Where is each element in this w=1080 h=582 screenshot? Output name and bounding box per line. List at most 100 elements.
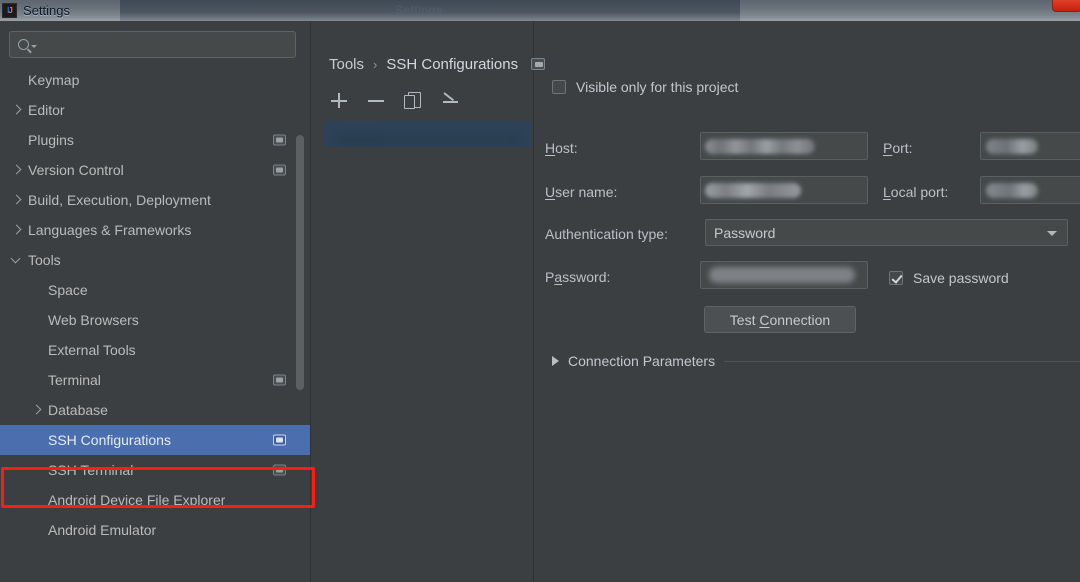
edit-configuration-icon[interactable] bbox=[441, 91, 459, 109]
sidebar-item-editor[interactable]: Editor bbox=[0, 95, 310, 125]
settings-dialog-body: Keymap Editor Plugins Version Control Build,… bbox=[0, 21, 1080, 582]
sidebar-item-label: Languages & Frameworks bbox=[28, 222, 192, 238]
test-connection-button[interactable]: Test Connection bbox=[704, 306, 856, 333]
chevron-down-icon[interactable] bbox=[8, 252, 24, 268]
password-label: Password: bbox=[545, 269, 611, 285]
sidebar-item-space[interactable]: Space bbox=[0, 275, 310, 305]
authentication-type-label: Authentication type: bbox=[545, 226, 668, 242]
sidebar-item-android-emulator[interactable]: Android Emulator bbox=[0, 515, 310, 545]
window-titlebar: IJ Settings Settings bbox=[0, 0, 1080, 21]
authentication-type-value: Password bbox=[714, 224, 776, 241]
save-password-label: Save password bbox=[913, 270, 1009, 286]
sidebar-item-label: Plugins bbox=[28, 132, 74, 148]
connection-parameters-label: Connection Parameters bbox=[568, 353, 716, 369]
sidebar-item-label: Tools bbox=[28, 252, 61, 268]
chevron-down-icon[interactable] bbox=[1047, 230, 1057, 236]
window-title: Settings bbox=[23, 3, 70, 18]
chevron-right-icon[interactable] bbox=[8, 162, 24, 178]
user-name-label: User name: bbox=[545, 184, 618, 200]
sidebar-item-database[interactable]: Database bbox=[0, 395, 310, 425]
visible-only-checkbox[interactable] bbox=[552, 80, 566, 94]
settings-window: IJ Settings Settings Keymap Editor Plugins… bbox=[0, 0, 1080, 582]
connection-parameters-section[interactable]: Connection Parameters bbox=[552, 353, 1080, 369]
project-scope-icon[interactable] bbox=[273, 464, 286, 476]
sidebar-item-plugins[interactable]: Plugins bbox=[0, 125, 310, 155]
breadcrumb: Tools › SSH Configurations bbox=[329, 52, 546, 76]
local-port-input[interactable] bbox=[980, 176, 1080, 204]
settings-tree: Keymap Editor Plugins Version Control Build,… bbox=[0, 65, 310, 545]
port-label: Port: bbox=[883, 140, 913, 156]
close-window-button[interactable] bbox=[1052, 0, 1080, 12]
project-scope-icon[interactable] bbox=[273, 164, 286, 176]
sidebar-item-version-control[interactable]: Version Control bbox=[0, 155, 310, 185]
sidebar-item-label: Keymap bbox=[28, 72, 80, 88]
sidebar-item-ssh-terminal[interactable]: SSH Terminal bbox=[0, 455, 310, 485]
sidebar-item-web-browsers[interactable]: Web Browsers bbox=[0, 305, 310, 335]
project-scope-icon[interactable] bbox=[273, 374, 286, 386]
sidebar-scrollbar-track[interactable] bbox=[296, 63, 307, 582]
host-input[interactable] bbox=[700, 132, 868, 160]
search-input[interactable] bbox=[37, 37, 295, 52]
sidebar-item-label: Build, Execution, Deployment bbox=[28, 192, 211, 208]
sidebar-item-languages-frameworks[interactable]: Languages & Frameworks bbox=[0, 215, 310, 245]
copy-configuration-icon[interactable] bbox=[404, 91, 422, 109]
local-port-label: Local port: bbox=[883, 184, 949, 200]
add-configuration-icon[interactable] bbox=[330, 91, 348, 109]
sidebar-item-build-execution-deployment[interactable]: Build, Execution, Deployment bbox=[0, 185, 310, 215]
sidebar-item-label: Database bbox=[48, 402, 108, 418]
user-name-value-redacted bbox=[705, 183, 801, 198]
search-icon bbox=[18, 39, 29, 50]
sidebar-item-keymap[interactable]: Keymap bbox=[0, 65, 310, 95]
sidebar-item-external-tools[interactable]: External Tools bbox=[0, 335, 310, 365]
sidebar-item-label: External Tools bbox=[48, 342, 136, 358]
local-port-value-redacted bbox=[986, 183, 1038, 198]
sidebar-item-label: SSH Terminal bbox=[48, 462, 134, 478]
password-value-redacted bbox=[709, 267, 855, 283]
redacted-configuration-name-shadow bbox=[334, 132, 522, 147]
sidebar-item-label: Web Browsers bbox=[48, 312, 139, 328]
background-ghost-text: Settings bbox=[395, 3, 443, 17]
sidebar-item-tools[interactable]: Tools bbox=[0, 245, 310, 275]
list-item[interactable] bbox=[324, 121, 532, 147]
sidebar-item-label: Editor bbox=[28, 102, 65, 118]
breadcrumb-root[interactable]: Tools bbox=[329, 56, 364, 73]
sidebar-item-ssh-configurations[interactable]: SSH Configurations bbox=[0, 425, 310, 455]
port-input[interactable] bbox=[980, 132, 1080, 160]
project-scope-icon[interactable] bbox=[531, 58, 546, 70]
settings-sidebar: Keymap Editor Plugins Version Control Build,… bbox=[0, 21, 310, 582]
search-box[interactable] bbox=[9, 31, 296, 58]
remove-configuration-icon[interactable] bbox=[367, 91, 385, 109]
password-input[interactable] bbox=[700, 261, 868, 289]
sidebar-scrollbar-thumb[interactable] bbox=[296, 135, 304, 390]
visible-only-row: Visible only for this project bbox=[552, 79, 738, 95]
configuration-list bbox=[324, 121, 532, 147]
port-value-redacted bbox=[986, 139, 1038, 154]
chevron-right-icon[interactable] bbox=[8, 222, 24, 238]
host-label: Host: bbox=[545, 140, 578, 156]
sidebar-item-android-device-file-explorer[interactable]: Android Device File Explorer bbox=[0, 485, 310, 515]
project-scope-icon[interactable] bbox=[273, 434, 286, 446]
save-password-checkbox[interactable] bbox=[889, 271, 903, 285]
chevron-right-icon[interactable] bbox=[28, 402, 44, 418]
chevron-right-icon[interactable] bbox=[8, 102, 24, 118]
sidebar-item-terminal[interactable]: Terminal bbox=[0, 365, 310, 395]
breadcrumb-current: SSH Configurations bbox=[386, 55, 519, 73]
authentication-type-select[interactable]: Password bbox=[705, 219, 1068, 246]
chevron-right-icon[interactable] bbox=[552, 356, 559, 366]
intellij-idea-icon: IJ bbox=[2, 3, 17, 18]
project-scope-icon[interactable] bbox=[273, 134, 286, 146]
sidebar-item-label: Android Emulator bbox=[48, 522, 157, 538]
host-value-redacted bbox=[705, 139, 815, 154]
breadcrumb-separator-icon: › bbox=[373, 56, 378, 72]
chevron-right-icon[interactable] bbox=[8, 192, 24, 208]
ssh-configuration-detail-panel: Visible only for this project Host: Port… bbox=[534, 21, 1080, 582]
user-name-input[interactable] bbox=[700, 176, 868, 204]
